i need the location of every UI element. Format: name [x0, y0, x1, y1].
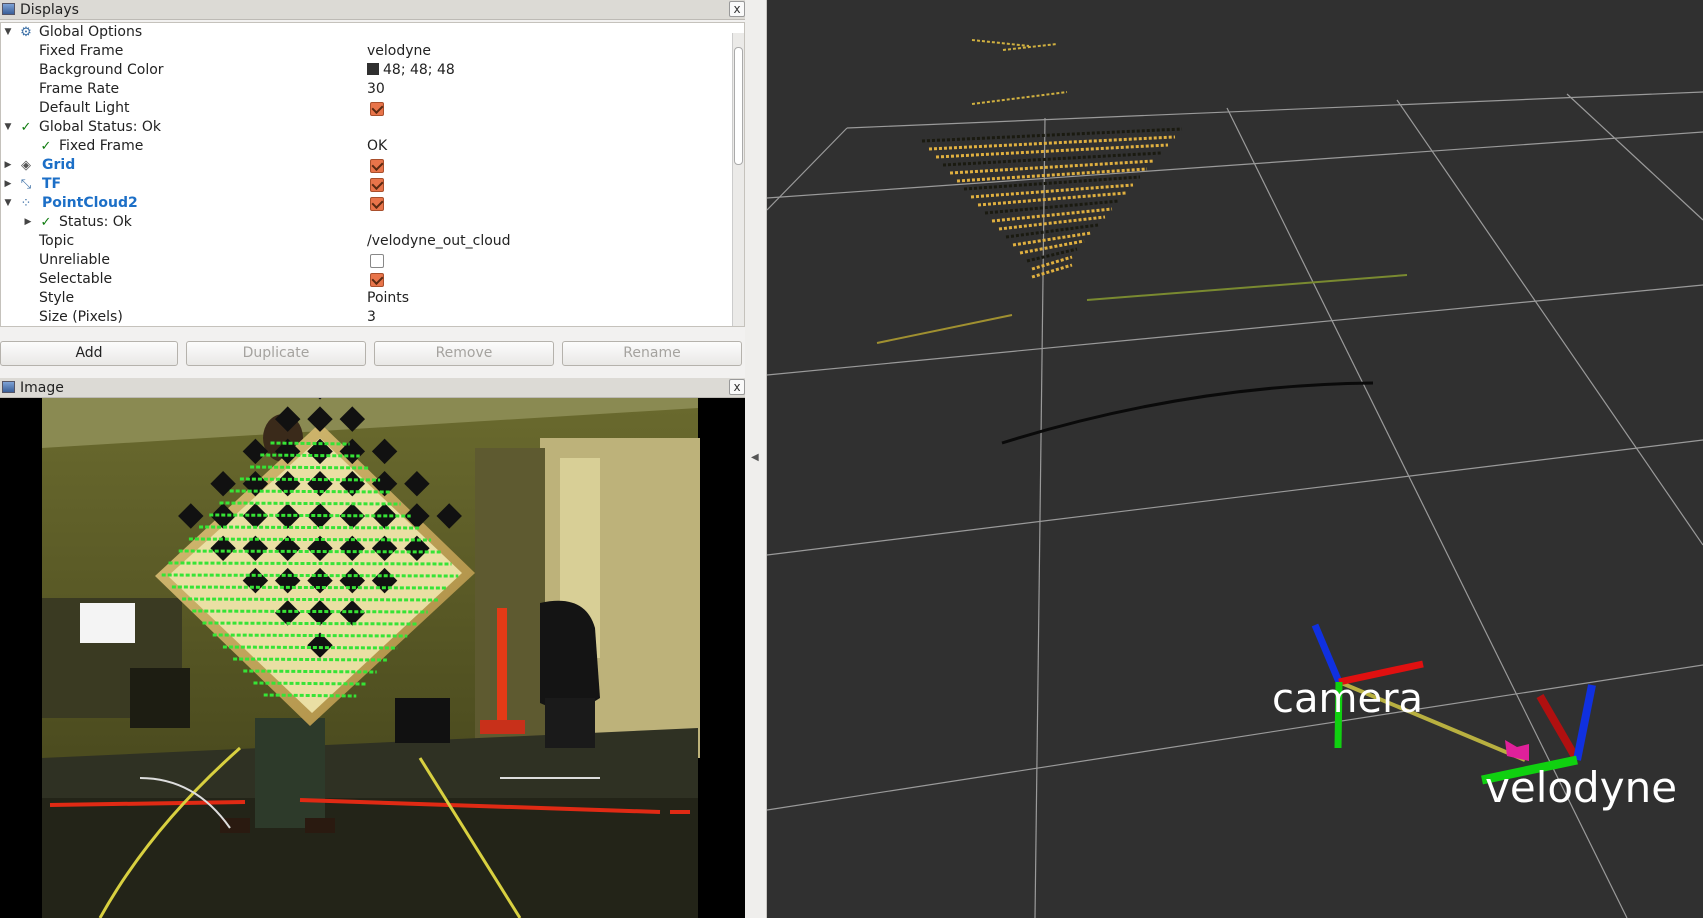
displays-close-button[interactable]: x: [729, 1, 745, 17]
default-light-checkbox[interactable]: [370, 102, 384, 116]
pointcloud2-checkbox[interactable]: [370, 197, 384, 211]
row-label: Global Status: Ok: [39, 119, 162, 135]
row-label: Size (Pixels): [39, 309, 123, 325]
row-label: Background Color: [39, 62, 164, 78]
tf-axes-icon: ⤡: [20, 177, 32, 192]
checkmark-icon: ✓: [20, 120, 32, 135]
tree-row-topic[interactable]: Topic /velodyne_out_cloud: [1, 232, 731, 251]
background-color-value[interactable]: 48; 48; 48: [367, 61, 455, 80]
panel-splitter[interactable]: ◀: [745, 0, 767, 918]
point-cloud-icon: ⁘: [20, 196, 32, 211]
camera-frame-label: camera: [1272, 676, 1423, 722]
expand-arrow-icon[interactable]: ▼: [3, 118, 13, 137]
expand-arrow-icon[interactable]: ▶: [23, 213, 33, 232]
tree-row-global-status[interactable]: ▼ ✓ Global Status: Ok: [1, 118, 731, 137]
image-title-bar[interactable]: Image x: [0, 378, 745, 398]
3d-render-view[interactable]: camera velodyne: [767, 0, 1703, 918]
gear-icon: ⚙: [20, 25, 32, 40]
row-label: Selectable: [39, 271, 113, 287]
row-label: Status: Ok: [59, 214, 132, 230]
style-value[interactable]: Points: [367, 289, 409, 308]
tree-row-fixed-frame-status[interactable]: ✓ Fixed Frame OK: [1, 137, 731, 156]
camera-image: [0, 398, 745, 918]
scrollbar-thumb[interactable]: [734, 47, 743, 165]
row-label: Unreliable: [39, 252, 110, 268]
tree-row-tf[interactable]: ▶ ⤡ TF: [1, 175, 731, 194]
collapse-arrow-icon[interactable]: ◀: [751, 452, 759, 463]
frame-rate-value[interactable]: 30: [367, 80, 385, 99]
tree-row-fixed-frame[interactable]: Fixed Frame velodyne: [1, 42, 731, 61]
tree-row-size-pixels[interactable]: Size (Pixels) 3: [1, 308, 731, 326]
image-icon: [2, 381, 15, 393]
unreliable-checkbox[interactable]: [370, 254, 384, 268]
tree-row-pointcloud2[interactable]: ▼ ⁘ PointCloud2: [1, 194, 731, 213]
expand-arrow-icon[interactable]: ▶: [3, 175, 13, 194]
grid-checkbox[interactable]: [370, 159, 384, 173]
row-label: Default Light: [39, 100, 130, 116]
duplicate-button[interactable]: Duplicate: [186, 341, 366, 366]
fixed-frame-value[interactable]: velodyne: [367, 42, 431, 61]
tree-row-frame-rate[interactable]: Frame Rate 30: [1, 80, 731, 99]
grid-icon: ◈: [21, 158, 31, 173]
background-color-text: 48; 48; 48: [383, 62, 455, 78]
tree-row-unreliable[interactable]: Unreliable: [1, 251, 731, 270]
camera-image-view[interactable]: [0, 398, 745, 918]
row-label: PointCloud2: [42, 195, 138, 211]
image-title: Image: [20, 380, 64, 396]
velodyne-frame-label: velodyne: [1485, 763, 1677, 812]
checkmark-icon: ✓: [40, 215, 52, 230]
row-label: Grid: [42, 157, 76, 173]
row-label: Fixed Frame: [59, 138, 144, 154]
size-pixels-value[interactable]: 3: [367, 308, 376, 326]
add-button[interactable]: Add: [0, 341, 178, 366]
row-label: Fixed Frame: [39, 43, 124, 59]
tree-row-background-color[interactable]: Background Color 48; 48; 48: [1, 61, 731, 80]
color-swatch: [367, 63, 379, 75]
tree-row-style[interactable]: Style Points: [1, 289, 731, 308]
expand-arrow-icon[interactable]: ▼: [3, 23, 13, 42]
displays-icon: [2, 3, 15, 15]
topic-value[interactable]: /velodyne_out_cloud: [367, 232, 511, 251]
row-label: TF: [42, 176, 62, 192]
expand-arrow-icon[interactable]: ▶: [3, 156, 13, 175]
checkmark-icon: ✓: [40, 139, 52, 154]
row-label: Frame Rate: [39, 81, 120, 97]
tf-checkbox[interactable]: [370, 178, 384, 192]
row-label: Style: [39, 290, 75, 306]
tree-row-grid[interactable]: ▶ ◈ Grid: [1, 156, 731, 175]
selectable-checkbox[interactable]: [370, 273, 384, 287]
row-label: Topic: [39, 233, 75, 249]
remove-button[interactable]: Remove: [374, 341, 554, 366]
row-label: Global Options: [39, 24, 143, 40]
tree-row-default-light[interactable]: Default Light: [1, 99, 731, 118]
tree-row-pointcloud-status[interactable]: ▶ ✓ Status: Ok: [1, 213, 731, 232]
fixed-frame-status-value: OK: [367, 138, 388, 154]
tree-row-global-options[interactable]: ▼ ⚙ Global Options: [1, 23, 731, 42]
displays-tree[interactable]: ▼ ⚙ Global Options Fixed Frame velodyne …: [0, 22, 745, 327]
rename-button[interactable]: Rename: [562, 341, 742, 366]
left-dock-area: Displays x ▼ ⚙ Global Options Fixed Fram…: [0, 0, 745, 918]
displays-scrollbar[interactable]: [732, 33, 744, 326]
displays-title: Displays: [20, 2, 79, 18]
image-close-button[interactable]: x: [729, 379, 745, 395]
render-canvas: camera velodyne: [767, 0, 1703, 918]
displays-title-bar[interactable]: Displays x: [0, 0, 745, 20]
expand-arrow-icon[interactable]: ▼: [3, 194, 13, 213]
tree-row-selectable[interactable]: Selectable: [1, 270, 731, 289]
